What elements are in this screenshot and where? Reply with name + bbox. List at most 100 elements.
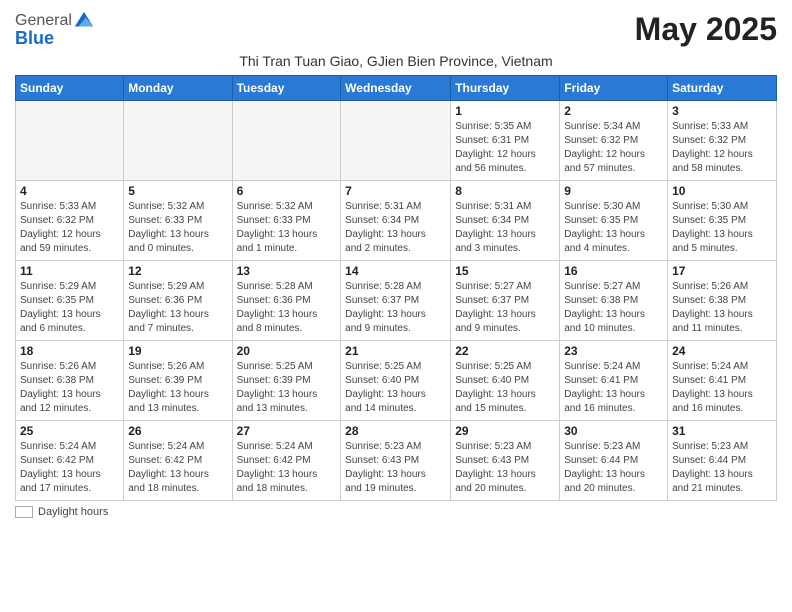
day-info: Sunrise: 5:23 AM Sunset: 6:43 PM Dayligh… (345, 440, 446, 496)
day-info: Sunrise: 5:24 AM Sunset: 6:41 PM Dayligh… (564, 360, 663, 416)
calendar-cell: 14 Sunrise: 5:28 AM Sunset: 6:37 PM Dayli… (341, 261, 451, 341)
daylight-box (15, 506, 33, 518)
day-number: 15 (455, 264, 555, 278)
day-info: Sunrise: 5:24 AM Sunset: 6:42 PM Dayligh… (237, 440, 337, 496)
day-number: 23 (564, 344, 663, 358)
calendar-cell: 22 Sunrise: 5:25 AM Sunset: 6:40 PM Dayli… (451, 341, 560, 421)
day-info: Sunrise: 5:27 AM Sunset: 6:38 PM Dayligh… (564, 280, 663, 336)
calendar-table: Sunday Monday Tuesday Wednesday Thursday… (15, 75, 777, 501)
day-number: 8 (455, 184, 555, 198)
calendar-cell: 5 Sunrise: 5:32 AM Sunset: 6:33 PM Daylig… (124, 181, 232, 261)
calendar-cell (16, 101, 124, 181)
calendar-cell: 18 Sunrise: 5:26 AM Sunset: 6:38 PM Dayli… (16, 341, 124, 421)
day-info: Sunrise: 5:24 AM Sunset: 6:42 PM Dayligh… (128, 440, 227, 496)
calendar-cell: 11Sunrise: 5:29 AM Sunset: 6:35 PM Dayli… (16, 261, 124, 341)
day-info: Sunrise: 5:26 AM Sunset: 6:38 PM Dayligh… (672, 280, 772, 336)
day-info: Sunrise: 5:29 AM Sunset: 6:35 PM Dayligh… (20, 280, 119, 336)
calendar-cell: 9Sunrise: 5:30 AM Sunset: 6:35 PM Daylig… (560, 181, 668, 261)
logo-icon (73, 10, 95, 32)
day-info: Sunrise: 5:25 AM Sunset: 6:40 PM Dayligh… (455, 360, 555, 416)
col-saturday: Saturday (668, 76, 777, 101)
day-number: 2 (564, 104, 663, 118)
day-number: 31 (672, 424, 772, 438)
day-info: Sunrise: 5:30 AM Sunset: 6:35 PM Dayligh… (564, 200, 663, 256)
calendar-cell: 4 Sunrise: 5:33 AM Sunset: 6:32 PM Daylig… (16, 181, 124, 261)
day-number: 18 (20, 344, 119, 358)
calendar-cell: 25 Sunrise: 5:24 AM Sunset: 6:42 PM Dayli… (16, 421, 124, 501)
day-info: Sunrise: 5:23 AM Sunset: 6:43 PM Dayligh… (455, 440, 555, 496)
col-wednesday: Wednesday (341, 76, 451, 101)
day-number: 3 (672, 104, 772, 118)
day-info: Sunrise: 5:34 AM Sunset: 6:32 PM Dayligh… (564, 120, 663, 176)
day-number: 19 (128, 344, 227, 358)
day-number: 22 (455, 344, 555, 358)
day-number: 17 (672, 264, 772, 278)
col-friday: Friday (560, 76, 668, 101)
day-number: 5 (128, 184, 227, 198)
calendar-cell (341, 101, 451, 181)
calendar-cell (232, 101, 341, 181)
day-info: Sunrise: 5:25 AM Sunset: 6:39 PM Dayligh… (237, 360, 337, 416)
day-info: Sunrise: 5:31 AM Sunset: 6:34 PM Dayligh… (455, 200, 555, 256)
day-info: Sunrise: 5:26 AM Sunset: 6:38 PM Dayligh… (20, 360, 119, 416)
calendar-cell: 30 Sunrise: 5:23 AM Sunset: 6:44 PM Dayli… (560, 421, 668, 501)
calendar-cell: 28 Sunrise: 5:23 AM Sunset: 6:43 PM Dayli… (341, 421, 451, 501)
calendar-header-row: Sunday Monday Tuesday Wednesday Thursday… (16, 76, 777, 101)
day-number: 10 (672, 184, 772, 198)
calendar-cell: 13 Sunrise: 5:28 AM Sunset: 6:36 PM Dayli… (232, 261, 341, 341)
day-number: 29 (455, 424, 555, 438)
calendar-cell: 10 Sunrise: 5:30 AM Sunset: 6:35 PM Dayli… (668, 181, 777, 261)
day-number: 27 (237, 424, 337, 438)
calendar-week-row: 4 Sunrise: 5:33 AM Sunset: 6:32 PM Daylig… (16, 181, 777, 261)
calendar-cell: 3 Sunrise: 5:33 AM Sunset: 6:32 PM Daylig… (668, 101, 777, 181)
calendar-cell: 31 Sunrise: 5:23 AM Sunset: 6:44 PM Dayli… (668, 421, 777, 501)
day-info: Sunrise: 5:23 AM Sunset: 6:44 PM Dayligh… (672, 440, 772, 496)
day-info: Sunrise: 5:33 AM Sunset: 6:32 PM Dayligh… (20, 200, 119, 256)
calendar-cell: 6Sunrise: 5:32 AM Sunset: 6:33 PM Daylig… (232, 181, 341, 261)
day-number: 25 (20, 424, 119, 438)
day-info: Sunrise: 5:32 AM Sunset: 6:33 PM Dayligh… (128, 200, 227, 256)
day-info: Sunrise: 5:33 AM Sunset: 6:32 PM Dayligh… (672, 120, 772, 176)
col-monday: Monday (124, 76, 232, 101)
footer: Daylight hours (15, 506, 777, 518)
day-number: 26 (128, 424, 227, 438)
day-number: 13 (237, 264, 337, 278)
day-info: Sunrise: 5:30 AM Sunset: 6:35 PM Dayligh… (672, 200, 772, 256)
calendar-cell: 24Sunrise: 5:24 AM Sunset: 6:41 PM Dayli… (668, 341, 777, 421)
day-number: 28 (345, 424, 446, 438)
day-number: 30 (564, 424, 663, 438)
day-info: Sunrise: 5:35 AM Sunset: 6:31 PM Dayligh… (455, 120, 555, 176)
day-number: 1 (455, 104, 555, 118)
calendar-cell: 7Sunrise: 5:31 AM Sunset: 6:34 PM Daylig… (341, 181, 451, 261)
logo: General Blue (15, 10, 95, 49)
day-info: Sunrise: 5:25 AM Sunset: 6:40 PM Dayligh… (345, 360, 446, 416)
logo-blue-text: Blue (15, 28, 54, 49)
day-number: 24 (672, 344, 772, 358)
page: General Blue May 2025 Thi Tran Tuan Giao… (0, 0, 792, 528)
day-info: Sunrise: 5:32 AM Sunset: 6:33 PM Dayligh… (237, 200, 337, 256)
day-number: 20 (237, 344, 337, 358)
calendar-cell: 23 Sunrise: 5:24 AM Sunset: 6:41 PM Dayli… (560, 341, 668, 421)
day-number: 16 (564, 264, 663, 278)
calendar-week-row: 25 Sunrise: 5:24 AM Sunset: 6:42 PM Dayli… (16, 421, 777, 501)
calendar-subtitle: Thi Tran Tuan Giao, GJien Bien Province,… (15, 53, 777, 69)
day-info: Sunrise: 5:28 AM Sunset: 6:36 PM Dayligh… (237, 280, 337, 336)
day-number: 4 (20, 184, 119, 198)
day-number: 14 (345, 264, 446, 278)
calendar-cell: 8 Sunrise: 5:31 AM Sunset: 6:34 PM Daylig… (451, 181, 560, 261)
calendar-cell: 12Sunrise: 5:29 AM Sunset: 6:36 PM Dayli… (124, 261, 232, 341)
calendar-cell: 29 Sunrise: 5:23 AM Sunset: 6:43 PM Dayli… (451, 421, 560, 501)
day-info: Sunrise: 5:29 AM Sunset: 6:36 PM Dayligh… (128, 280, 227, 336)
calendar-cell: 17 Sunrise: 5:26 AM Sunset: 6:38 PM Dayli… (668, 261, 777, 341)
calendar-week-row: 18 Sunrise: 5:26 AM Sunset: 6:38 PM Dayli… (16, 341, 777, 421)
header: General Blue May 2025 (15, 10, 777, 49)
day-info: Sunrise: 5:23 AM Sunset: 6:44 PM Dayligh… (564, 440, 663, 496)
day-info: Sunrise: 5:31 AM Sunset: 6:34 PM Dayligh… (345, 200, 446, 256)
calendar-cell: 19Sunrise: 5:26 AM Sunset: 6:39 PM Dayli… (124, 341, 232, 421)
calendar-cell: 26 Sunrise: 5:24 AM Sunset: 6:42 PM Dayli… (124, 421, 232, 501)
calendar-cell: 16 Sunrise: 5:27 AM Sunset: 6:38 PM Dayli… (560, 261, 668, 341)
calendar-title: May 2025 (635, 11, 777, 48)
day-info: Sunrise: 5:28 AM Sunset: 6:37 PM Dayligh… (345, 280, 446, 336)
calendar-week-row: 1 Sunrise: 5:35 AM Sunset: 6:31 PM Daylig… (16, 101, 777, 181)
day-info: Sunrise: 5:24 AM Sunset: 6:42 PM Dayligh… (20, 440, 119, 496)
